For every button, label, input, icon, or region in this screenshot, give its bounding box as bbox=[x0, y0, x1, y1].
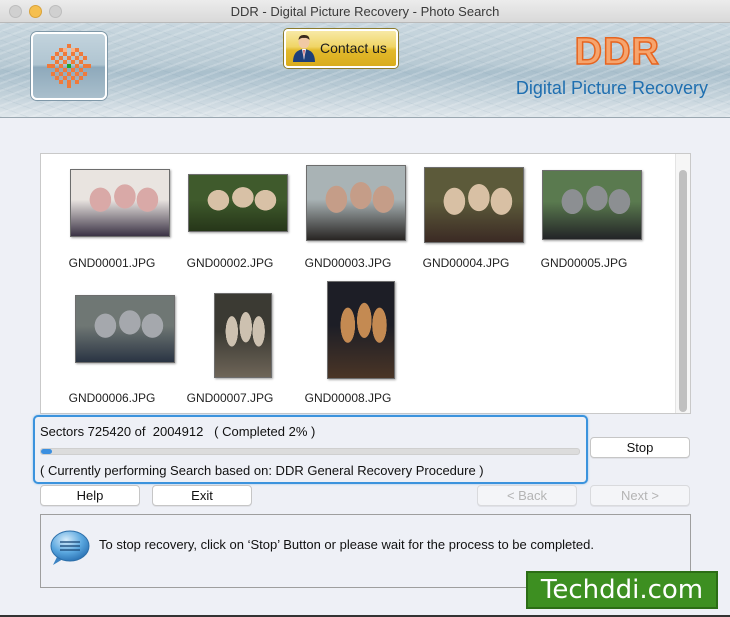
file-name-label[interactable]: GND00008.JPG bbox=[289, 391, 407, 405]
file-thumbnail[interactable] bbox=[542, 170, 642, 240]
file-thumbnail[interactable] bbox=[327, 281, 395, 379]
file-name-label[interactable]: GND00002.JPG bbox=[171, 256, 289, 270]
info-message: To stop recovery, click on ‘Stop’ Button… bbox=[99, 537, 594, 552]
watermark-badge: Techddi.com bbox=[526, 571, 718, 609]
app-logo bbox=[31, 32, 107, 100]
file-thumbnail[interactable] bbox=[424, 167, 524, 243]
file-thumbnail[interactable] bbox=[70, 169, 170, 237]
contact-us-button[interactable]: Contact us bbox=[284, 29, 398, 68]
progress-bar-fill bbox=[41, 449, 52, 454]
vertical-scrollbar[interactable] bbox=[675, 154, 690, 413]
file-thumbnail[interactable] bbox=[306, 165, 406, 241]
file-name-label[interactable]: GND00005.JPG bbox=[525, 256, 643, 270]
file-name-label[interactable]: GND00007.JPG bbox=[171, 391, 289, 405]
speech-bubble-icon bbox=[50, 530, 90, 565]
person-icon bbox=[293, 34, 315, 62]
file-thumbnail[interactable] bbox=[214, 293, 272, 378]
file-name-label[interactable]: GND00001.JPG bbox=[53, 256, 171, 270]
next-button[interactable]: Next > bbox=[590, 485, 690, 506]
file-name-label[interactable]: GND00006.JPG bbox=[53, 391, 171, 405]
progress-bar bbox=[40, 448, 580, 455]
brand-title: DDR bbox=[574, 30, 660, 74]
progress-group: Sectors 725420 of 2004912 ( Completed 2%… bbox=[33, 415, 588, 484]
help-button[interactable]: Help bbox=[40, 485, 140, 506]
header-banner: Contact us DDR Digital Picture Recovery bbox=[0, 23, 730, 118]
product-name: Digital Picture Recovery bbox=[515, 78, 708, 98]
back-button[interactable]: < Back bbox=[477, 485, 577, 506]
scrollbar-thumb[interactable] bbox=[679, 170, 687, 412]
window-title: DDR - Digital Picture Recovery - Photo S… bbox=[230, 4, 500, 19]
contact-us-label: Contact us bbox=[320, 40, 387, 56]
file-name-label[interactable]: GND00003.JPG bbox=[289, 256, 407, 270]
procedure-status: ( Currently performing Search based on: … bbox=[40, 463, 484, 478]
ddr-logo-icon bbox=[47, 44, 91, 88]
sectors-status: Sectors 725420 of 2004912 ( Completed 2%… bbox=[40, 424, 316, 439]
file-name-label[interactable]: GND00004.JPG bbox=[407, 256, 525, 270]
exit-button[interactable]: Exit bbox=[152, 485, 252, 506]
recovered-files-panel: GND00001.JPG GND00002.JPG GND00003.JPG GND0… bbox=[40, 153, 691, 414]
file-thumbnail[interactable] bbox=[75, 295, 175, 363]
file-thumbnail[interactable] bbox=[188, 174, 288, 232]
title-bar: DDR - Digital Picture Recovery - Photo S… bbox=[0, 0, 730, 23]
stop-button[interactable]: Stop bbox=[590, 437, 690, 458]
